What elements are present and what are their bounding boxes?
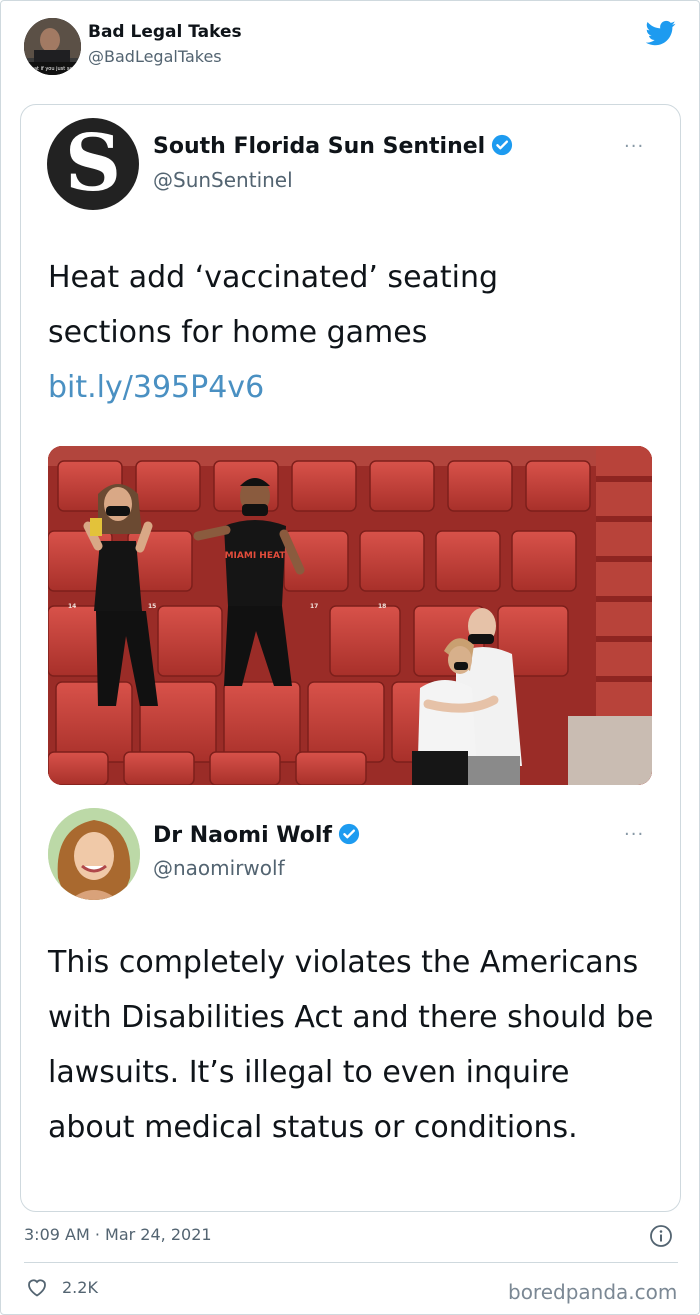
author-handle[interactable]: @BadLegalTakes [88, 47, 222, 66]
verified-badge-icon [338, 823, 360, 845]
quoted-author-name[interactable]: South Florida Sun Sentinel [153, 134, 485, 159]
seat-number: 17 [310, 603, 318, 610]
naomi-wolf-avatar[interactable] [48, 808, 140, 900]
seat-number: 14 [68, 603, 76, 610]
divider [24, 1262, 678, 1263]
seat-number: 15 [148, 603, 156, 610]
reply-author-handle[interactable]: @naomirwolf [153, 856, 285, 880]
tweet-timestamp[interactable]: 3:09 AM · Mar 24, 2021 [24, 1225, 212, 1244]
article-link[interactable]: bit.ly/395P4v6 [48, 370, 264, 405]
more-options-icon[interactable]: ··· [624, 136, 644, 157]
stadium-photo[interactable]: 14 15 17 18 MIAMI HEAT [48, 446, 652, 785]
reply-tweet-text: This completely violates the Americans w… [48, 945, 654, 1145]
reply-author-name-row[interactable]: Dr Naomi Wolf [153, 823, 360, 848]
quoted-author-handle[interactable]: @SunSentinel [153, 168, 293, 192]
heart-icon [28, 1279, 46, 1297]
avatar[interactable]: What if you just say? [24, 18, 81, 75]
author-name[interactable]: Bad Legal Takes [88, 22, 242, 42]
stadium-photo-illustration: 14 15 17 18 MIAMI HEAT [48, 446, 652, 785]
seat-number: 18 [378, 603, 386, 610]
verified-badge-icon [492, 134, 513, 156]
like-button[interactable]: 2.2K [24, 1272, 98, 1302]
info-icon[interactable] [649, 1224, 673, 1248]
like-count: 2.2K [62, 1277, 98, 1297]
jersey-logo: MIAMI HEAT [225, 551, 287, 561]
quoted-tweet-body: Heat add ‘vaccinated’ seating sections f… [48, 260, 499, 350]
quoted-author-name-row[interactable]: South Florida Sun Sentinel [153, 134, 513, 159]
watermark: boredpanda.com [508, 1280, 678, 1304]
quoted-tweet-text: Heat add ‘vaccinated’ seating sections f… [48, 250, 628, 415]
more-options-icon[interactable]: ··· [624, 824, 644, 845]
reply-author-name[interactable]: Dr Naomi Wolf [153, 823, 332, 848]
sun-sentinel-logo-letter: S [64, 118, 122, 209]
twitter-bird-icon[interactable] [646, 18, 676, 48]
